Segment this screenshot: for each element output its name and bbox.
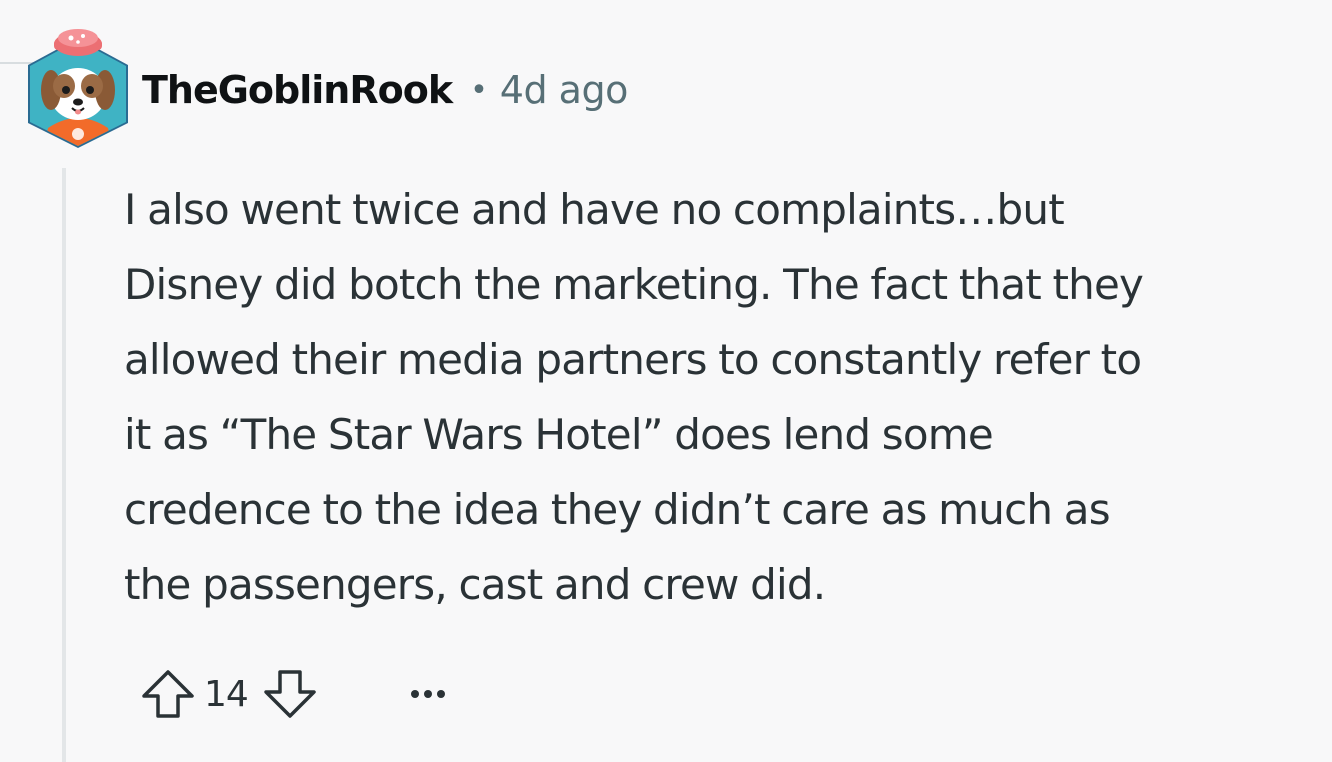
vote-score: 14 [204, 673, 249, 715]
comment-body-line: I also went twice and have no complaints… [124, 185, 1065, 234]
arrow-up-outline-icon [142, 670, 194, 718]
comment-body-line: it as “The Star Wars Hotel” does lend so… [124, 410, 994, 459]
avatar[interactable] [24, 16, 132, 148]
comment-body-line: Disney did botch the marketing. The fact… [124, 260, 1144, 309]
more-options-button[interactable] [400, 666, 456, 722]
comment-timestamp[interactable]: 4d ago [500, 68, 629, 112]
meta-separator: • [470, 72, 488, 108]
ellipsis-horizontal-icon [410, 690, 445, 698]
comment-body-line: allowed their media partners to constant… [124, 335, 1142, 384]
comment-body: I also went twice and have no complaints… [124, 172, 1314, 622]
comment-body-line: the passengers, cast and crew did. [124, 560, 826, 609]
dog-avatar-icon [28, 29, 128, 148]
downvote-button[interactable] [258, 662, 322, 726]
arrow-down-outline-icon [264, 670, 316, 718]
comment-body-line: credence to the idea they didn’t care as… [124, 485, 1111, 534]
thread-line[interactable] [62, 168, 66, 762]
comment-header: TheGoblinRook • 4d ago [142, 62, 628, 118]
comment-actions: 14 [136, 662, 456, 726]
upvote-button[interactable] [136, 662, 200, 726]
author-username[interactable]: TheGoblinRook [142, 68, 453, 112]
